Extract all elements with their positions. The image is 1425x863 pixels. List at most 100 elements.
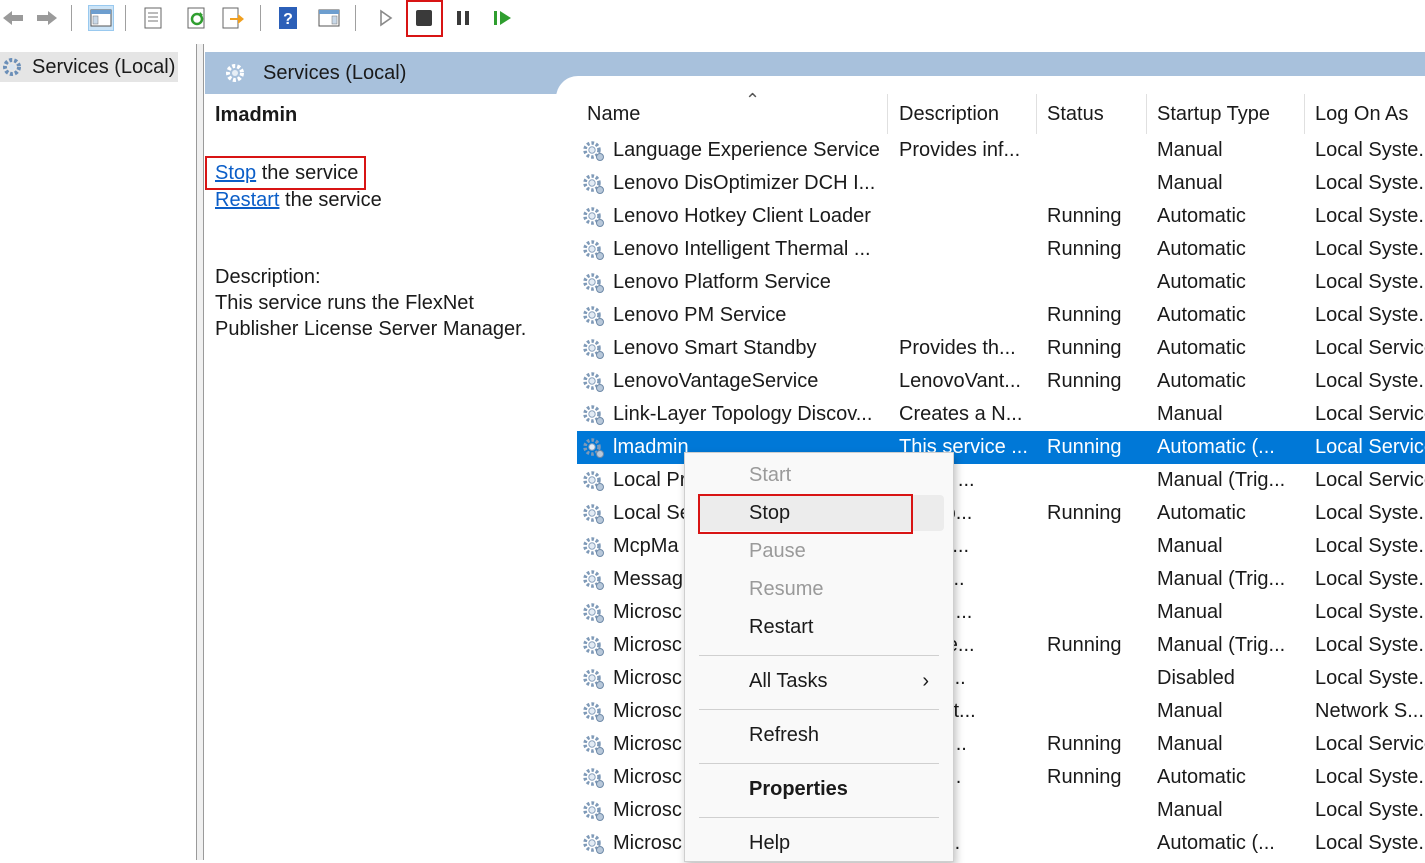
menu-item-refresh[interactable]: Refresh [685, 717, 953, 753]
sort-ascending-icon: ⌃ [745, 90, 761, 110]
cell-desc: Provides th... [899, 337, 1016, 359]
column-header-status[interactable]: Status [1037, 94, 1147, 134]
cell-status: Running [1047, 238, 1122, 260]
service-gear-icon [581, 765, 607, 791]
cell-startup: Automatic (... [1157, 832, 1275, 854]
description-text-line1: This service runs the FlexNet [215, 292, 474, 314]
cell-status: Running [1047, 370, 1122, 392]
column-header-description-label: Description [899, 102, 1000, 125]
column-header-log-on-as[interactable]: Log On As [1305, 94, 1425, 134]
service-gear-icon [581, 699, 607, 725]
menu-item-all-tasks[interactable]: All Tasks › [685, 663, 953, 699]
column-header-startup-label: Startup Type [1157, 102, 1271, 125]
back-icon[interactable] [0, 5, 26, 31]
cell-startup: Automatic [1157, 205, 1246, 227]
menu-item-restart[interactable]: Restart [685, 609, 953, 645]
toolbar: ? [0, 0, 1425, 38]
cell-logon: Local Syste... [1315, 172, 1425, 194]
cell-startup: Manual [1157, 733, 1223, 755]
cell-status: Running [1047, 205, 1122, 227]
cell-name: LenovoVantageService [613, 370, 819, 392]
show-hide-action-pane-icon[interactable] [316, 5, 342, 31]
cell-name: Lenovo Intelligent Thermal ... [613, 238, 871, 260]
cell-logon: Local Syste... [1315, 304, 1425, 326]
menu-item-resume[interactable]: Resume [685, 571, 953, 607]
console-tree: Services (Local) [0, 44, 196, 860]
extended-view-pane: lmadmin Stop the service Restart the ser… [205, 94, 557, 860]
cell-logon: Local Syste... [1315, 601, 1425, 623]
service-gear-icon [581, 600, 607, 626]
pause-service-icon[interactable] [450, 5, 476, 31]
table-row[interactable]: Link-Layer Topology Discov... Creates a N… [577, 398, 1425, 431]
stop-link-highlight [205, 156, 366, 190]
toolbar-separator [260, 5, 261, 31]
column-header-description[interactable]: Description [889, 94, 1037, 134]
column-header-name[interactable]: Name ⌃ [577, 90, 888, 134]
cell-status: Running [1047, 766, 1122, 788]
menu-separator [699, 709, 939, 710]
menu-item-help[interactable]: Help [685, 825, 953, 861]
cell-startup: Manual [1157, 139, 1223, 161]
cell-name: Link-Layer Topology Discov... [613, 403, 873, 425]
menu-item-properties[interactable]: Properties [685, 771, 953, 807]
cell-startup: Automatic [1157, 766, 1246, 788]
cell-status [1047, 695, 1147, 728]
menu-item-start[interactable]: Start [685, 457, 953, 493]
start-service-icon[interactable] [372, 5, 398, 31]
service-gear-icon [581, 237, 607, 263]
cell-logon: Local Syste... [1315, 766, 1425, 788]
cell-startup: Manual [1157, 535, 1223, 557]
table-row[interactable]: Lenovo Intelligent Thermal ... Running Aut… [577, 233, 1425, 266]
service-gear-icon [581, 468, 607, 494]
help-icon[interactable]: ? [275, 5, 301, 31]
cell-status: Running [1047, 337, 1122, 359]
service-gear-icon [581, 402, 607, 428]
refresh-icon[interactable] [184, 5, 210, 31]
cell-status: Running [1047, 436, 1122, 458]
export-list-icon[interactable] [220, 5, 246, 31]
service-gear-icon [581, 567, 607, 593]
column-header-status-label: Status [1047, 102, 1104, 125]
tree-item-services-local[interactable]: Services (Local) [0, 52, 178, 82]
tree-item-label: Services (Local) [32, 55, 176, 78]
cell-logon: Local Syste... [1315, 634, 1425, 656]
service-gear-icon [581, 369, 607, 395]
cell-logon: Network S... [1315, 700, 1424, 722]
service-gear-icon [581, 534, 607, 560]
menu-item-pause[interactable]: Pause [685, 533, 953, 569]
table-row[interactable]: Lenovo Hotkey Client Loader Running Automa… [577, 200, 1425, 233]
properties-icon[interactable] [140, 5, 166, 31]
cell-status [1047, 662, 1147, 695]
restart-service-line: Restart the service [215, 189, 382, 212]
table-row[interactable]: Lenovo Platform Service Automatic Local Sy… [577, 266, 1425, 299]
cell-logon: Local Syste... [1315, 535, 1425, 557]
service-gear-icon [581, 666, 607, 692]
table-row[interactable]: Language Experience Service Provides inf.… [577, 134, 1425, 167]
table-row[interactable]: Lenovo PM Service Running Automatic Local S… [577, 299, 1425, 332]
cell-startup: Manual [1157, 403, 1223, 425]
description-text-line2: Publisher License Server Manager. [215, 318, 527, 340]
show-hide-console-tree-icon[interactable] [88, 5, 114, 31]
toolbar-separator [355, 5, 356, 31]
cell-desc [899, 200, 1039, 233]
cell-status [1047, 464, 1147, 497]
pane-splitter[interactable] [196, 44, 204, 860]
restart-service-link[interactable]: Restart [215, 189, 279, 211]
cell-desc [899, 233, 1039, 266]
description-label: Description: [215, 266, 321, 288]
stop-menu-highlight [698, 494, 913, 534]
table-row[interactable]: Lenovo Smart Standby Provides th... Runnin… [577, 332, 1425, 365]
cell-startup: Manual (Trig... [1157, 634, 1286, 656]
svg-text:?: ? [283, 11, 293, 28]
cell-logon: Local Service [1315, 436, 1425, 458]
services-gear-icon [3, 58, 21, 76]
restart-service-icon[interactable] [490, 5, 516, 31]
service-gear-icon [581, 831, 607, 857]
table-row[interactable]: LenovoVantageService LenovoVant... Running… [577, 365, 1425, 398]
service-gear-icon [581, 270, 607, 296]
table-row[interactable]: Lenovo DisOptimizer DCH I... Manual Local … [577, 167, 1425, 200]
cell-desc [899, 266, 1039, 299]
cell-startup: Automatic [1157, 238, 1246, 260]
column-header-startup-type[interactable]: Startup Type [1147, 94, 1305, 134]
forward-icon[interactable] [34, 5, 60, 31]
